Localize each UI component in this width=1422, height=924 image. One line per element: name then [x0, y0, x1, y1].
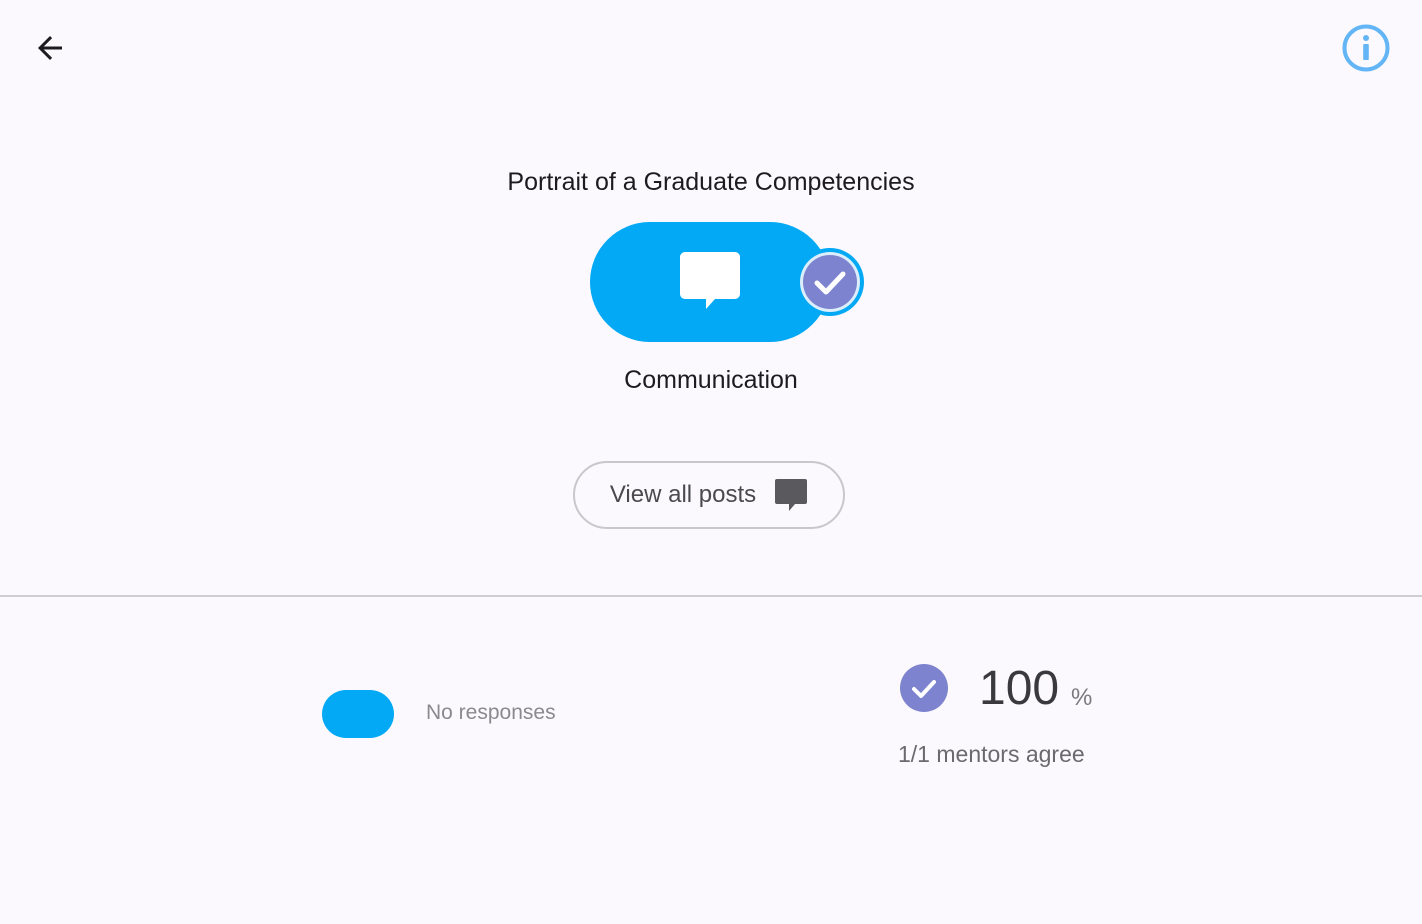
- view-all-posts-button[interactable]: View all posts: [573, 461, 845, 529]
- responses-status: No responses: [426, 701, 556, 724]
- back-button[interactable]: [26, 24, 74, 72]
- page-title: Portrait of a Graduate Competencies: [507, 168, 915, 196]
- arrow-left-icon: [38, 36, 62, 60]
- info-button[interactable]: [1340, 22, 1392, 74]
- chat-bubble-icon: [775, 479, 808, 511]
- info-icon: [1342, 24, 1390, 72]
- agreement-percent: 100: [979, 662, 1060, 715]
- percent-unit: %: [1071, 684, 1093, 711]
- check-circle-icon: [900, 664, 948, 712]
- competency-detail-page: Portrait of a Graduate Competencies Comm…: [0, 0, 1422, 924]
- competency-name: Communication: [624, 366, 798, 394]
- chat-bubble-icon: [680, 252, 740, 309]
- section-divider: [0, 595, 1422, 597]
- check-circle-icon: [796, 248, 864, 316]
- view-all-posts-label: View all posts: [609, 481, 757, 508]
- mentors-agree-text: 1/1 mentors agree: [898, 741, 1085, 767]
- responses-indicator: [322, 690, 394, 738]
